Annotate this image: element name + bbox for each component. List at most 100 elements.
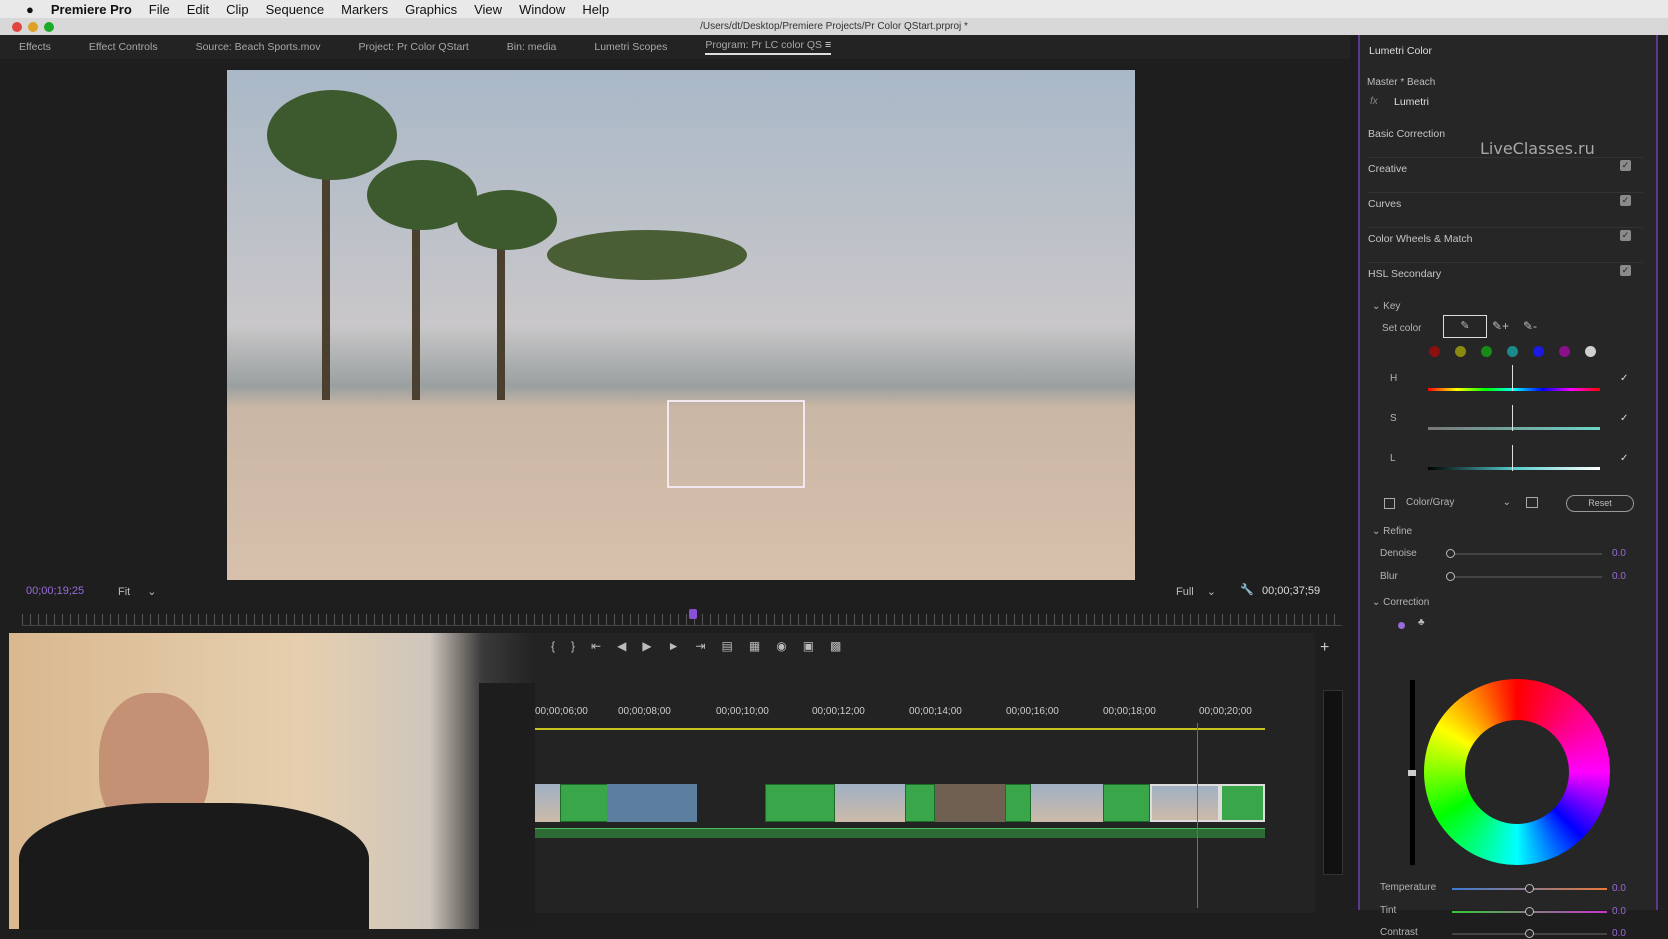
tint-knob[interactable] bbox=[1525, 907, 1534, 916]
zoom-select[interactable]: Fit ⌄ bbox=[118, 585, 168, 598]
menu-window[interactable]: Window bbox=[519, 2, 565, 17]
menu-edit[interactable]: Edit bbox=[187, 2, 209, 17]
reset-button[interactable]: Reset bbox=[1566, 495, 1634, 512]
add-button-icon[interactable]: + bbox=[1320, 639, 1329, 657]
step-forward-icon[interactable]: ► bbox=[668, 639, 696, 653]
step-back-icon[interactable]: ◀ bbox=[617, 639, 642, 653]
checkbox-creative[interactable]: ✓ bbox=[1620, 160, 1631, 171]
blur-knob[interactable] bbox=[1446, 572, 1455, 581]
section-color-wheels[interactable]: Color Wheels & Match ✓ bbox=[1368, 228, 1643, 263]
section-hsl-secondary[interactable]: HSL Secondary ✓ bbox=[1368, 263, 1643, 298]
h-check-icon[interactable]: ✓ bbox=[1620, 373, 1628, 384]
tab-lumetri-scopes[interactable]: Lumetri Scopes bbox=[594, 41, 667, 53]
color-swatch[interactable] bbox=[1455, 346, 1466, 357]
color-swatch[interactable] bbox=[1559, 346, 1570, 357]
section-creative[interactable]: Creative ✓ bbox=[1368, 158, 1643, 193]
video-clip-selected[interactable] bbox=[1150, 784, 1220, 822]
tab-program[interactable]: Program: Pr LC color QS ≡ bbox=[705, 39, 832, 55]
s-check-icon[interactable]: ✓ bbox=[1620, 413, 1628, 424]
checkbox-curves[interactable]: ✓ bbox=[1620, 195, 1631, 206]
color-swatch[interactable] bbox=[1585, 346, 1596, 357]
apple-icon[interactable]: ● bbox=[26, 2, 34, 17]
mark-out-icon[interactable]: } bbox=[571, 639, 591, 653]
program-monitor-video[interactable] bbox=[227, 70, 1135, 580]
menu-help[interactable]: Help bbox=[582, 2, 609, 17]
refine-toggle[interactable]: ⌄ Refine bbox=[1372, 526, 1412, 537]
current-timecode[interactable]: 00;00;19;25 bbox=[26, 585, 84, 597]
resolution-select[interactable]: Full ⌄ bbox=[1176, 585, 1226, 598]
video-clip[interactable] bbox=[607, 784, 697, 822]
timeline-panel[interactable]: {}⇤◀▶►⇥▤▦◉▣▩ 00;00;06;00 00;00;08;00 00;… bbox=[535, 633, 1343, 913]
blur-slider[interactable] bbox=[1452, 576, 1602, 578]
close-button[interactable] bbox=[12, 22, 22, 32]
tab-effects[interactable]: Effects bbox=[19, 41, 51, 53]
section-basic-correction[interactable]: Basic Correction bbox=[1368, 125, 1643, 158]
invert-mask-icon[interactable] bbox=[1526, 497, 1538, 508]
checkbox-color-wheels[interactable]: ✓ bbox=[1620, 230, 1631, 241]
menu-markers[interactable]: Markers bbox=[341, 2, 388, 17]
tab-bin[interactable]: Bin: media bbox=[507, 41, 557, 53]
luminance-slider[interactable] bbox=[1428, 467, 1600, 470]
lift-icon[interactable]: ▤ bbox=[722, 639, 749, 653]
color-swatch[interactable] bbox=[1507, 346, 1518, 357]
export-frame-icon[interactable]: ◉ bbox=[776, 639, 802, 653]
checkbox-hsl[interactable]: ✓ bbox=[1620, 265, 1631, 276]
slider-handle[interactable] bbox=[1512, 365, 1513, 477]
denoise-value[interactable]: 0.0 bbox=[1612, 548, 1626, 559]
single-wheel-icon[interactable] bbox=[1398, 622, 1405, 629]
denoise-slider[interactable] bbox=[1452, 553, 1602, 555]
program-scrub-bar[interactable] bbox=[22, 614, 1342, 626]
app-menu[interactable]: Premiere Pro bbox=[51, 2, 132, 17]
video-clip[interactable] bbox=[1103, 784, 1150, 822]
video-clip[interactable] bbox=[905, 784, 935, 822]
section-curves[interactable]: Curves ✓ bbox=[1368, 193, 1643, 228]
effect-select[interactable]: Lumetri bbox=[1394, 96, 1429, 108]
video-clip[interactable] bbox=[535, 784, 560, 822]
contrast-knob[interactable] bbox=[1525, 929, 1534, 938]
saturation-slider[interactable] bbox=[1428, 427, 1600, 430]
color-wheel-center[interactable] bbox=[1465, 720, 1569, 824]
denoise-knob[interactable] bbox=[1446, 549, 1455, 558]
eyedropper-subtract-icon[interactable]: ✎- bbox=[1523, 319, 1537, 333]
menu-clip[interactable]: Clip bbox=[226, 2, 248, 17]
video-clip[interactable] bbox=[1005, 784, 1031, 822]
video-clip[interactable] bbox=[935, 784, 1005, 822]
zoom-button[interactable] bbox=[44, 22, 54, 32]
compare-icon[interactable]: ▣ bbox=[803, 639, 830, 653]
video-clip[interactable] bbox=[835, 784, 905, 822]
luma-slider-handle[interactable] bbox=[1408, 770, 1416, 776]
video-clip[interactable] bbox=[765, 784, 835, 822]
eyedropper-add-icon[interactable]: ✎+ bbox=[1492, 319, 1509, 333]
correction-toggle[interactable]: ⌄ Correction bbox=[1372, 597, 1429, 608]
color-swatch[interactable] bbox=[1429, 346, 1440, 357]
tab-source[interactable]: Source: Beach Sports.mov bbox=[196, 41, 321, 53]
work-area-bar[interactable] bbox=[535, 728, 1265, 730]
temperature-knob[interactable] bbox=[1525, 884, 1534, 893]
playhead-marker[interactable] bbox=[689, 609, 697, 619]
play-icon[interactable]: ▶ bbox=[642, 639, 667, 653]
color-gray-checkbox[interactable] bbox=[1384, 498, 1395, 509]
video-clip-selected[interactable] bbox=[1220, 784, 1265, 822]
l-check-icon[interactable]: ✓ bbox=[1620, 453, 1628, 464]
video-clip[interactable] bbox=[1031, 784, 1103, 822]
eyedropper-icon[interactable]: ✎ bbox=[1443, 315, 1487, 338]
tab-project[interactable]: Project: Pr Color QStart bbox=[358, 41, 468, 53]
color-swatch[interactable] bbox=[1481, 346, 1492, 357]
color-swatch[interactable] bbox=[1533, 346, 1544, 357]
extract-icon[interactable]: ▦ bbox=[749, 639, 776, 653]
minimize-button[interactable] bbox=[28, 22, 38, 32]
mark-in-icon[interactable]: { bbox=[551, 639, 571, 653]
tint-value[interactable]: 0.0 bbox=[1612, 906, 1626, 917]
menu-sequence[interactable]: Sequence bbox=[266, 2, 325, 17]
menu-graphics[interactable]: Graphics bbox=[405, 2, 457, 17]
key-toggle[interactable]: ⌄ Key bbox=[1372, 301, 1400, 312]
tab-effect-controls[interactable]: Effect Controls bbox=[89, 41, 158, 53]
menu-file[interactable]: File bbox=[149, 2, 170, 17]
contrast-value[interactable]: 0.0 bbox=[1612, 928, 1626, 939]
blur-value[interactable]: 0.0 bbox=[1612, 571, 1626, 582]
master-clip-select[interactable]: Master * Beach bbox=[1367, 77, 1435, 88]
audio-track[interactable] bbox=[535, 828, 1265, 838]
hue-slider[interactable] bbox=[1428, 388, 1600, 391]
overlay-icon[interactable]: ▩ bbox=[830, 639, 857, 653]
three-way-wheel-icon[interactable]: ♣ bbox=[1418, 617, 1425, 628]
